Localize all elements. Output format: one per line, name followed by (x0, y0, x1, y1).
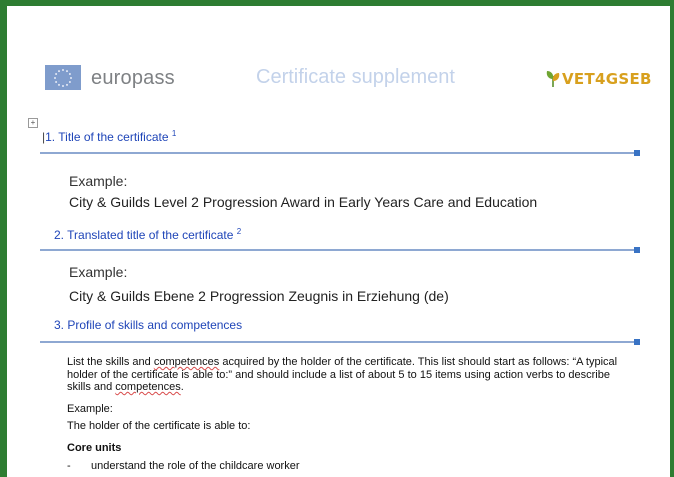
section-2-title: 2. Translated title of the certificate 2 (54, 227, 242, 242)
leaf-icon (546, 71, 560, 88)
section-2-rule-marker (634, 247, 640, 253)
eu-flag-icon (45, 65, 81, 90)
core-units-heading: Core units (67, 442, 122, 454)
document-page: europass Certificate supplement VET4GSEB… (7, 6, 670, 477)
frame-left-border (0, 0, 7, 477)
section-2-example-label: Example: (69, 264, 128, 280)
list-item: - understand the role of the childcare wo… (67, 460, 300, 472)
section-1-example-text: City & Guilds Level 2 Progression Award … (69, 194, 538, 210)
section-3-rule (40, 341, 634, 343)
section-1-example-label: Example: (69, 173, 128, 189)
section-3-rule-marker (634, 339, 640, 345)
section-1-rule (40, 152, 634, 154)
expand-box-icon[interactable]: + (28, 118, 38, 128)
section-3-title: 3. Profile of skills and competences (54, 318, 243, 332)
section-2-rule (40, 249, 634, 251)
europass-brand: europass (91, 67, 175, 89)
frame-right-border (670, 0, 674, 477)
section-1-rule-marker (634, 150, 640, 156)
section-2-example-text: City & Guilds Ebene 2 Progression Zeugni… (69, 288, 449, 304)
holder-able-to-line: The holder of the certificate is able to… (67, 420, 251, 432)
partner-logo: VET4GSEB (545, 70, 652, 88)
partner-logo-text: VET4GSEB (562, 70, 652, 88)
skills-instruction-text: List the skills and competences acquired… (67, 356, 618, 393)
document-type-title: Certificate supplement (256, 66, 455, 88)
section-1-title: |1. Title of the certificate 1 (42, 129, 177, 144)
skills-example-label: Example: (67, 403, 113, 415)
